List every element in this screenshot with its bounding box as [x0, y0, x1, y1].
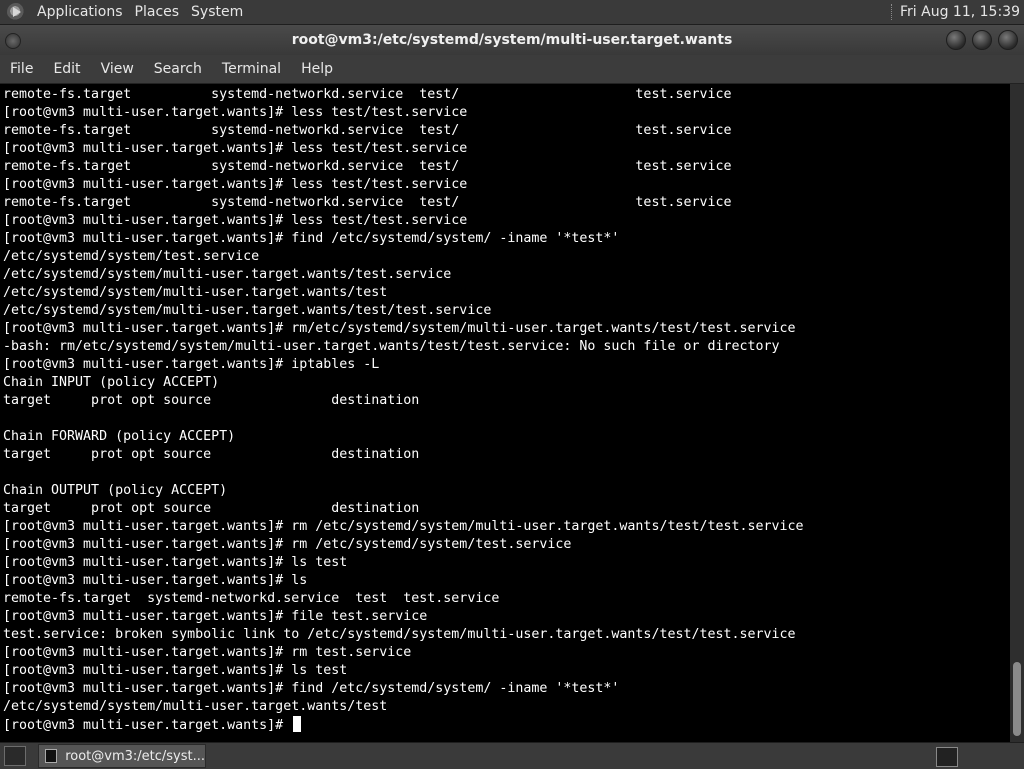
terminal-line: [root@vm3 multi-user.target.wants]# ls — [3, 573, 308, 588]
panel-menu-system[interactable]: System — [185, 0, 249, 24]
terminal-menubar: File Edit View Search Terminal Help — [0, 55, 1024, 84]
terminal-line: target prot opt source destination — [3, 501, 420, 516]
terminal-line: /etc/systemd/system/multi-user.target.wa… — [3, 285, 388, 300]
menu-terminal[interactable]: Terminal — [212, 55, 291, 83]
close-button[interactable] — [998, 30, 1018, 50]
panel-menu-places[interactable]: Places — [129, 0, 186, 24]
scrollbar-thumb[interactable] — [1013, 662, 1021, 736]
window-titlebar[interactable]: root@vm3:/etc/systemd/system/multi-user.… — [0, 25, 1024, 55]
taskbar-button-terminal[interactable]: root@vm3:/etc/syst... — [38, 744, 206, 768]
menu-edit[interactable]: Edit — [43, 55, 90, 83]
top-panel: Applications Places System Fri Aug 11, 1… — [0, 0, 1024, 25]
terminal-line: [root@vm3 multi-user.target.wants]# ls t… — [3, 663, 348, 678]
taskbar-label: root@vm3:/etc/syst... — [65, 748, 205, 764]
terminal-line: [root@vm3 multi-user.target.wants]# less… — [3, 213, 468, 228]
terminal-line: [root@vm3 multi-user.target.wants]# find… — [3, 231, 620, 246]
window-controls — [940, 30, 1018, 50]
applications-logo-icon[interactable] — [7, 3, 25, 21]
terminal-line: remote-fs.target systemd-networkd.servic… — [3, 123, 732, 138]
terminal-line: /etc/systemd/system/multi-user.target.wa… — [3, 303, 492, 318]
terminal-line: remote-fs.target systemd-networkd.servic… — [3, 87, 732, 102]
bottom-panel: root@vm3:/etc/syst... — [0, 742, 1024, 769]
terminal-line: /etc/systemd/system/multi-user.target.wa… — [3, 267, 452, 282]
terminal-prompt: [root@vm3 multi-user.target.wants]# — [3, 718, 292, 733]
panel-separator — [891, 4, 894, 20]
window-menu-icon[interactable] — [5, 33, 21, 49]
terminal-line: /etc/systemd/system/multi-user.target.wa… — [3, 699, 388, 714]
minimize-button[interactable] — [946, 30, 966, 50]
menu-search[interactable]: Search — [144, 55, 212, 83]
terminal-line: [root@vm3 multi-user.target.wants]# file… — [3, 609, 428, 624]
terminal-lines: remote-fs.target systemd-networkd.servic… — [0, 84, 1010, 734]
terminal-prompt-line[interactable]: [root@vm3 multi-user.target.wants]# — [3, 716, 1010, 734]
terminal-line: /etc/systemd/system/test.service — [3, 249, 260, 264]
menu-view[interactable]: View — [91, 55, 144, 83]
terminal-line: test.service: broken symbolic link to /e… — [3, 627, 796, 642]
terminal-line: -bash: rm/etc/systemd/system/multi-user.… — [3, 339, 780, 354]
terminal-output[interactable]: remote-fs.target systemd-networkd.servic… — [0, 84, 1010, 742]
terminal-line: [root@vm3 multi-user.target.wants]# rm/e… — [3, 321, 796, 336]
panel-menu-applications[interactable]: Applications — [31, 0, 129, 24]
terminal-line: Chain INPUT (policy ACCEPT) — [3, 375, 220, 390]
show-desktop-icon[interactable] — [4, 746, 26, 766]
terminal-line: [root@vm3 multi-user.target.wants]# ipta… — [3, 357, 380, 372]
terminal-line: [root@vm3 multi-user.target.wants]# rm /… — [3, 537, 572, 552]
terminal-line: [root@vm3 multi-user.target.wants]# find… — [3, 681, 620, 696]
clock[interactable]: Fri Aug 11, 15:39 — [900, 4, 1024, 20]
terminal-line: remote-fs.target systemd-networkd.servic… — [3, 195, 732, 210]
terminal-line: Chain FORWARD (policy ACCEPT) — [3, 429, 236, 444]
terminal-icon — [45, 749, 58, 763]
window-title: root@vm3:/etc/systemd/system/multi-user.… — [291, 32, 733, 48]
terminal-line: remote-fs.target systemd-networkd.servic… — [3, 159, 732, 174]
terminal-line: target prot opt source destination — [3, 447, 420, 462]
terminal-line: Chain OUTPUT (policy ACCEPT) — [3, 483, 228, 498]
terminal-line: [root@vm3 multi-user.target.wants]# ls t… — [3, 555, 348, 570]
terminal-cursor — [293, 716, 302, 732]
terminal-line: remote-fs.target systemd-networkd.servic… — [3, 591, 500, 606]
terminal-scrollbar[interactable] — [1010, 84, 1024, 742]
workspace-switcher-icon[interactable] — [936, 747, 958, 767]
menu-help[interactable]: Help — [291, 55, 343, 83]
menu-file[interactable]: File — [0, 55, 43, 83]
maximize-button[interactable] — [972, 30, 992, 50]
terminal-line: [root@vm3 multi-user.target.wants]# less… — [3, 141, 468, 156]
terminal-line: [root@vm3 multi-user.target.wants]# rm t… — [3, 645, 412, 660]
terminal-line: [root@vm3 multi-user.target.wants]# rm /… — [3, 519, 804, 534]
terminal-line: target prot opt source destination — [3, 393, 420, 408]
terminal-line: [root@vm3 multi-user.target.wants]# less… — [3, 105, 468, 120]
terminal-line: [root@vm3 multi-user.target.wants]# less… — [3, 177, 468, 192]
